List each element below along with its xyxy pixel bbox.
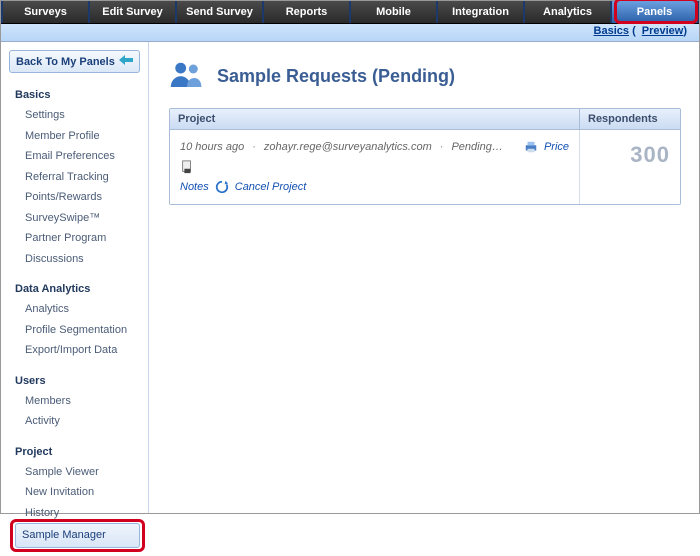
sidebar-item-settings[interactable]: Settings [1,105,148,126]
page-title: Sample Requests (Pending) [217,66,455,87]
tab-send-survey[interactable]: Send Survey [177,1,264,23]
col-project: Project [170,109,580,129]
requests-table: Project Respondents 10 hours ago · zohay… [169,108,681,205]
sidebar-item-new-invitation[interactable]: New Invitation [1,482,148,503]
tab-mobile[interactable]: Mobile [351,1,438,23]
sidebar-item-analytics[interactable]: Analytics [1,299,148,320]
sub-nav: Basics (Preview) [1,24,699,42]
sidebar-item-profile-segmentation[interactable]: Profile Segmentation [1,320,148,341]
sidebar-item-history[interactable]: History [1,503,148,524]
row-email: zohayr.rege@surveyanalytics.com [264,141,432,153]
row-status: Pending… [451,141,502,153]
sidebar-item-activity[interactable]: Activity [1,411,148,432]
doc-icon[interactable] [180,160,194,174]
subnav-basics[interactable]: Basics [594,25,629,37]
main-content: Sample Requests (Pending) Project Respon… [149,42,699,513]
cell-respondents: 300 [580,130,680,204]
sidebar-item-surveyswipe-[interactable]: SurveySwipe™ [1,208,148,229]
sidebar-item-email-preferences[interactable]: Email Preferences [1,146,148,167]
section-project: Project [1,440,148,462]
sidebar-item-sample-manager[interactable]: Sample Manager [15,523,140,548]
row-time: 10 hours ago [180,141,244,153]
sidebar-item-member-profile[interactable]: Member Profile [1,126,148,147]
cell-project: 10 hours ago · zohayr.rege@surveyanalyti… [170,130,580,204]
notes-link[interactable]: Notes [180,181,209,193]
back-label: Back To My Panels [16,56,115,68]
table-header: Project Respondents [170,109,680,130]
top-nav: SurveysEdit SurveySend SurveyReportsMobi… [1,1,699,24]
back-arrow-icon [119,55,133,68]
people-icon [169,60,205,92]
tab-edit-survey[interactable]: Edit Survey [90,1,177,23]
sidebar-item-sample-viewer[interactable]: Sample Viewer [1,462,148,483]
tab-reports[interactable]: Reports [264,1,351,23]
tab-integration[interactable]: Integration [438,1,525,23]
tab-surveys[interactable]: Surveys [1,1,90,23]
price-link[interactable]: Price [544,141,569,153]
sidebar-item-points-rewards[interactable]: Points/Rewards [1,187,148,208]
sidebar-item-partner-program[interactable]: Partner Program [1,228,148,249]
refresh-icon[interactable] [215,180,229,194]
sidebar-item-referral-tracking[interactable]: Referral Tracking [1,167,148,188]
sidebar-item-export-import-data[interactable]: Export/Import Data [1,340,148,361]
tab-panels[interactable]: Panels [612,1,699,23]
printer-icon[interactable] [524,140,538,154]
table-row: 10 hours ago · zohayr.rege@surveyanalyti… [170,130,680,204]
sidebar: Back To My Panels BasicsSettingsMember P… [1,42,149,513]
section-data-analytics: Data Analytics [1,277,148,299]
sidebar-item-discussions[interactable]: Discussions [1,249,148,270]
col-respondents: Respondents [580,109,680,129]
section-users: Users [1,369,148,391]
subnav-preview[interactable]: Preview [642,25,684,37]
section-basics: Basics [1,83,148,105]
back-to-panels-button[interactable]: Back To My Panels [9,50,140,73]
tab-analytics[interactable]: Analytics [525,1,612,23]
cancel-project-link[interactable]: Cancel Project [235,181,307,193]
sidebar-item-members[interactable]: Members [1,391,148,412]
